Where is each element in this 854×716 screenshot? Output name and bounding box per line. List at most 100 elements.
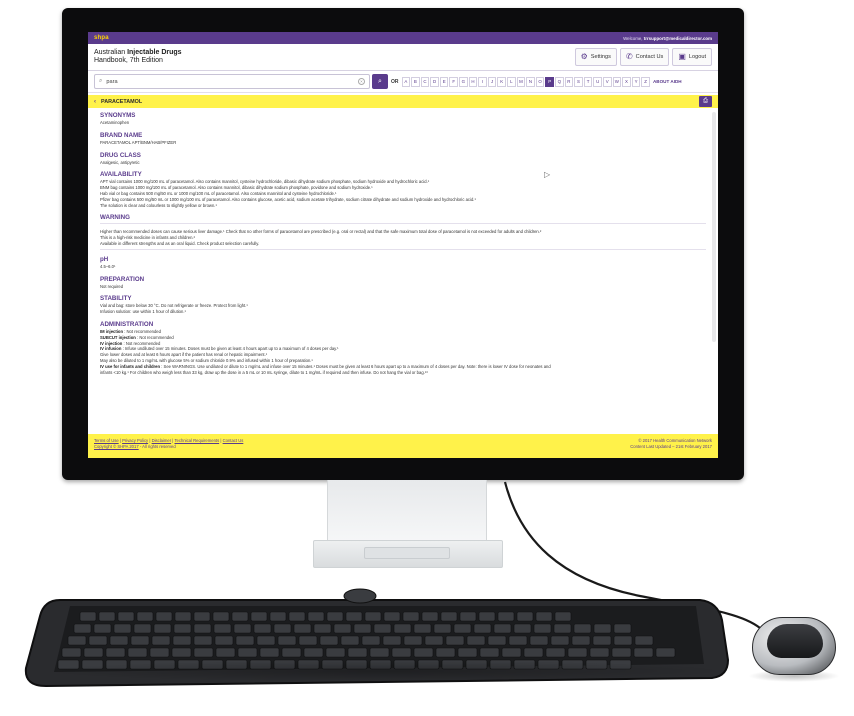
- administration-text: : Not recommended: [122, 340, 161, 346]
- letter-c[interactable]: C: [420, 76, 430, 87]
- shpa-logo[interactable]: shpa: [94, 35, 109, 41]
- keyboard-key: [233, 623, 252, 634]
- section-title: ADMINISTRATION: [100, 320, 154, 328]
- clear-search-icon[interactable]: ×: [358, 78, 365, 85]
- keyboard-key: [298, 635, 318, 646]
- keyboard-key: [149, 647, 170, 658]
- keyboard-key: [459, 611, 477, 622]
- keyboard-key: [383, 611, 401, 622]
- footer-link[interactable]: Technical Requirements: [174, 438, 219, 443]
- administration-text: : See WARNINGS. Use undiluted or dilute …: [160, 363, 551, 369]
- keyboard-key: [281, 647, 302, 658]
- letter-i[interactable]: I: [478, 76, 487, 87]
- or-label: OR: [391, 78, 399, 85]
- settings-button[interactable]: ⚙ Settings: [574, 48, 617, 66]
- letter-o[interactable]: O: [535, 76, 545, 87]
- keyboard-key: [440, 611, 458, 622]
- keyboard-key: [508, 635, 528, 646]
- section-line: 4.5–6.0¹: [100, 263, 116, 269]
- footer-right: © 2017 Health Communication Network Cont…: [630, 438, 712, 454]
- keyboard-key: [655, 647, 676, 658]
- letter-p[interactable]: P: [545, 76, 554, 87]
- keyboard-key: [435, 647, 456, 658]
- keyboard-key: [589, 647, 610, 658]
- copyright-link[interactable]: Copyright © SHPA 2017: [94, 444, 139, 449]
- section-ph: pH 4.5–6.0¹: [100, 256, 706, 270]
- keyboard-key: [634, 635, 654, 646]
- keyboard-key: [473, 623, 492, 634]
- keyboard-key: [487, 635, 507, 646]
- letter-a[interactable]: A: [401, 76, 411, 87]
- section-line: Available in different strengths and as …: [100, 240, 260, 246]
- mouse-pointer-icon: ▷: [544, 170, 551, 179]
- letter-d[interactable]: D: [430, 76, 439, 87]
- keyboard-key: [369, 647, 390, 658]
- letter-j[interactable]: J: [487, 76, 497, 87]
- letter-w[interactable]: W: [612, 76, 622, 87]
- letter-h[interactable]: H: [468, 76, 478, 87]
- print-button[interactable]: ⎙: [699, 96, 712, 107]
- keyboard-key: [213, 623, 232, 634]
- keyboard-key: [361, 635, 381, 646]
- about-link[interactable]: ABOUT AIDH: [653, 79, 682, 84]
- search-go-icon: ⌕: [378, 77, 382, 85]
- monitor: shpa Welcome, trrsupport@medicaldirector…: [62, 8, 744, 480]
- keyboard-key: [533, 623, 552, 634]
- monograph-content: SYNONYMS Acetaminophen BRAND NAME PARACE…: [88, 108, 718, 414]
- administration-text: : Infuse undiluted over 15 minutes. Dose…: [121, 346, 339, 352]
- search-input[interactable]: ⌕ para ×: [94, 74, 370, 89]
- letter-b[interactable]: B: [411, 76, 420, 87]
- logout-button[interactable]: ▣ Logout: [672, 48, 712, 66]
- footer-link[interactable]: Contact Us: [223, 438, 244, 443]
- content-scrollbar[interactable]: [712, 112, 716, 342]
- contact-button[interactable]: ✆ Contact Us: [619, 48, 670, 66]
- keyboard-key: [421, 611, 439, 622]
- search-button[interactable]: ⌕: [372, 74, 388, 89]
- keyboard-key: [493, 623, 512, 634]
- letter-g[interactable]: G: [459, 76, 468, 87]
- letter-v[interactable]: V: [602, 76, 612, 87]
- app-header: Australian Injectable Drugs Handbook, 7t…: [88, 44, 718, 71]
- administration-text: Give lower doses and at least 6 hours ap…: [100, 352, 268, 358]
- section-title: AVAILABILITY: [100, 171, 142, 179]
- letter-s[interactable]: S: [574, 76, 583, 87]
- footer-link[interactable]: Privacy Policy: [122, 438, 148, 443]
- letter-l[interactable]: L: [507, 76, 516, 87]
- keyboard-key: [391, 647, 412, 658]
- letter-n[interactable]: N: [526, 76, 535, 87]
- letter-f[interactable]: F: [449, 76, 459, 87]
- letter-m[interactable]: M: [516, 76, 526, 87]
- monitor-stand-base: [313, 540, 503, 568]
- footer-link[interactable]: Terms of Use: [94, 438, 119, 443]
- keyboard-key: [382, 635, 402, 646]
- keyboard-key: [151, 635, 171, 646]
- app-title: Australian Injectable Drugs Handbook, 7t…: [94, 49, 182, 65]
- keyboard-key: [277, 635, 297, 646]
- header-actions: ⚙ Settings ✆ Contact Us ▣ Logout: [574, 48, 712, 66]
- keyboard-key: [345, 611, 363, 622]
- drug-name: PARACETAMOL: [101, 98, 143, 105]
- letter-e[interactable]: E: [439, 76, 449, 87]
- letter-u[interactable]: U: [593, 76, 602, 87]
- letter-y[interactable]: Y: [631, 76, 641, 87]
- section-title: pH: [100, 255, 109, 263]
- monitor-stand-neck: [327, 480, 487, 542]
- section-line: Not required: [100, 283, 124, 289]
- back-chevron-icon[interactable]: ‹: [94, 99, 96, 105]
- letter-z[interactable]: Z: [641, 76, 650, 87]
- letter-k[interactable]: K: [497, 76, 507, 87]
- letter-t[interactable]: T: [583, 76, 593, 87]
- letter-r[interactable]: R: [564, 76, 574, 87]
- administration-route: IM injection: [100, 328, 124, 334]
- keyboard-key: [171, 647, 192, 658]
- administration-route: SUBCUT injection: [100, 334, 136, 340]
- mouse-top: [767, 624, 823, 658]
- keyboard-key: [153, 623, 172, 634]
- title-bold: Injectable Drugs: [127, 49, 182, 56]
- footer-link[interactable]: Disclaimer: [152, 438, 172, 443]
- copyright-rest: - All rights reserved: [138, 444, 176, 449]
- keyboard-shadow: [34, 660, 734, 682]
- keyboard-key: [174, 611, 192, 622]
- letter-q[interactable]: Q: [555, 76, 564, 87]
- letter-x[interactable]: X: [622, 76, 631, 87]
